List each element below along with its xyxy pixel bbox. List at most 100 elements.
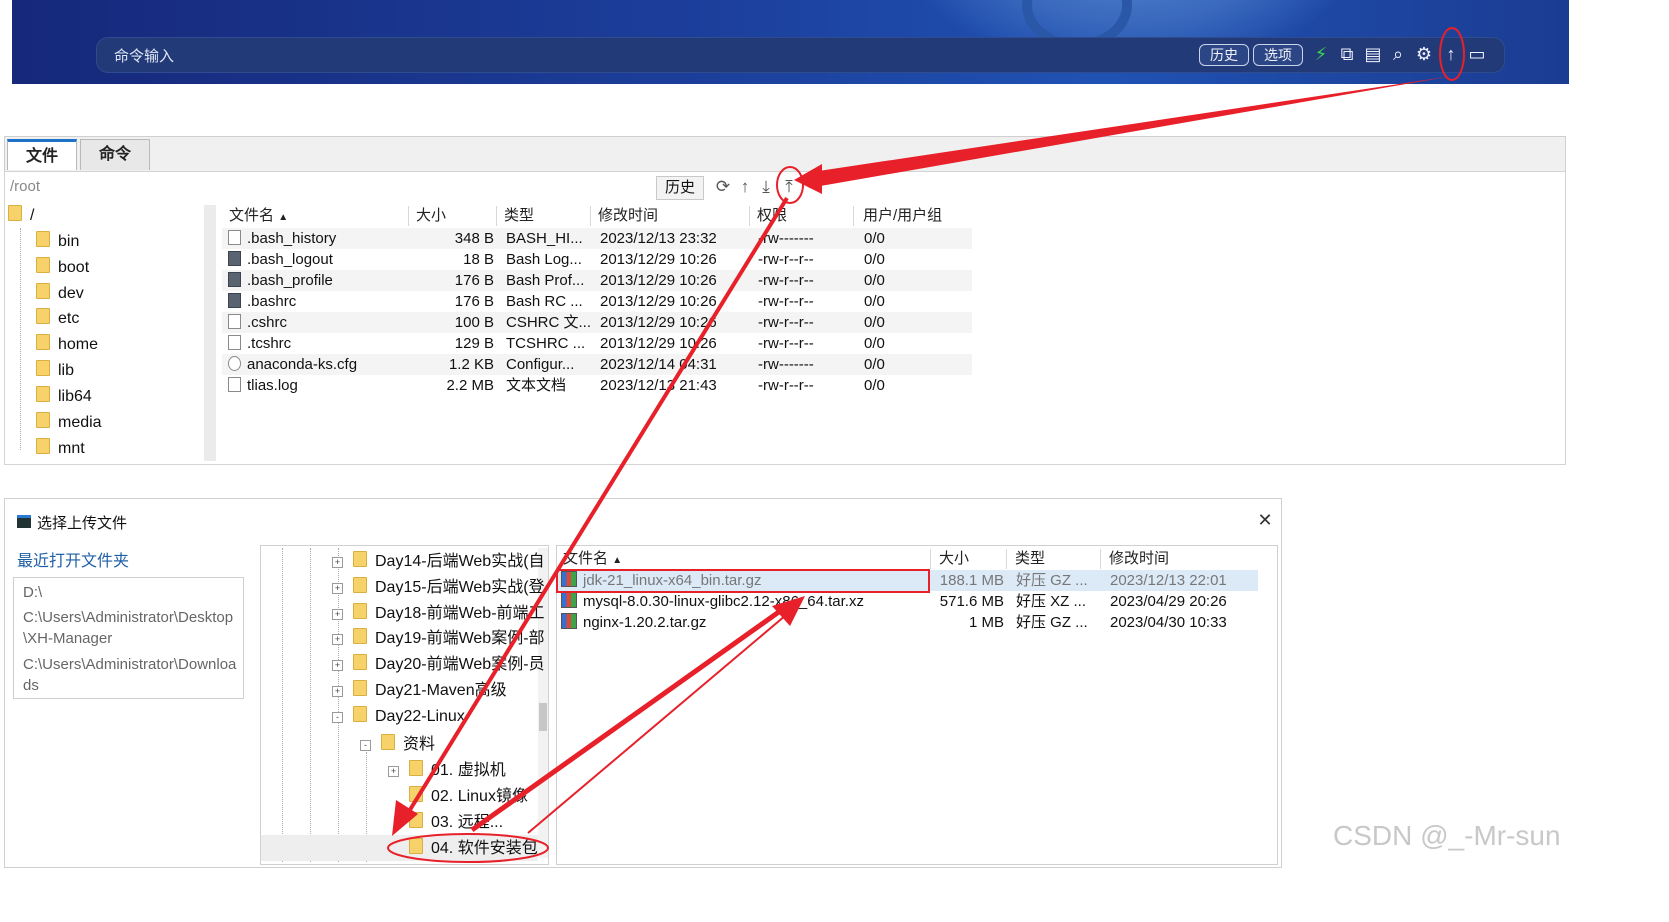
tree-item-lib[interactable]: lib [36, 359, 74, 383]
recent-folder-item[interactable]: C:\Users\Administrator\Desktop\XH-Manage… [23, 607, 237, 649]
tree-item-day14[interactable]: + Day14-后端Web实战(自 [332, 550, 545, 574]
local-file-row[interactable]: mysql-8.0.30-linux-glibc2.12-x86_64.tar.… [558, 591, 1258, 612]
column-header-modified[interactable]: 修改时间 [1109, 548, 1169, 570]
expand-toggle-icon[interactable]: + [388, 766, 399, 777]
tree-item-home[interactable]: home [36, 333, 98, 357]
lightning-icon[interactable]: ⚡ [1311, 44, 1331, 64]
upload-icon[interactable]: ⤒ [779, 176, 799, 198]
file-type: 文本文档 [506, 377, 567, 394]
tree-scrollbar-thumb[interactable] [539, 703, 547, 731]
file-row[interactable]: .bashrc 176 B Bash RC ... 2013/12/29 10:… [222, 291, 972, 312]
expand-toggle-icon[interactable]: + [332, 686, 343, 697]
file-row[interactable]: anaconda-ks.cfg 1.2 KB Configur... 2023/… [222, 354, 972, 375]
tree-item-dev[interactable]: dev [36, 282, 84, 306]
file-owner: 0/0 [864, 356, 885, 373]
copy-icon[interactable]: ⧉ [1337, 44, 1357, 64]
download-icon[interactable]: ⤓ [756, 176, 776, 198]
column-divider[interactable] [590, 206, 591, 226]
collapse-toggle-icon[interactable]: - [360, 740, 371, 751]
tree-item-day22[interactable]: - Day22-Linux [332, 705, 465, 729]
tree-item-label: mnt [58, 440, 85, 457]
refresh-icon[interactable]: ⟳ [713, 176, 733, 198]
tree-item-day21[interactable]: + Day21-Maven高级 [332, 679, 507, 703]
column-divider[interactable] [853, 206, 854, 226]
file-row[interactable]: .tcshrc 129 B TCSHRC ... 2013/12/29 10:2… [222, 333, 972, 354]
file-row[interactable]: .bash_logout 18 B Bash Log... 2013/12/29… [222, 249, 972, 270]
tree-item-day18[interactable]: + Day18-前端Web-前端工 [332, 602, 545, 626]
local-file-row[interactable]: jdk-21_linux-x64_bin.tar.gz 188.1 MB 好压 … [558, 570, 1258, 591]
column-header-name[interactable]: 文件名 ▲ [229, 205, 288, 227]
folder-icon [36, 360, 50, 376]
options-button[interactable]: 选项 [1253, 44, 1303, 66]
local-file-row[interactable]: nginx-1.20.2.tar.gz 1 MB 好压 GZ ... 2023/… [558, 612, 1258, 633]
folder-icon [353, 706, 367, 722]
tree-item-boot[interactable]: boot [36, 256, 89, 280]
collapse-toggle-icon[interactable]: - [332, 712, 343, 723]
file-row[interactable]: .bash_profile 176 B Bash Prof... 2013/12… [222, 270, 972, 291]
tree-item-day19[interactable]: + Day19-前端Web案例-部 [332, 627, 545, 651]
file-name: jdk-21_linux-x64_bin.tar.gz [561, 570, 761, 591]
tree-item-linux-image[interactable]: 02. Linux镜像 [409, 785, 528, 809]
expand-toggle-icon[interactable]: + [332, 557, 343, 568]
column-divider[interactable] [496, 206, 497, 226]
archive-icon [561, 613, 577, 629]
gear-icon[interactable]: ⚙ [1414, 44, 1434, 64]
column-divider[interactable] [749, 206, 750, 226]
parent-dir-icon[interactable]: ↑ [735, 176, 755, 198]
column-header-owner[interactable]: 用户/用户组 [863, 205, 942, 227]
tree-item-media[interactable]: media [36, 411, 102, 435]
recent-folder-item[interactable]: C:\Users\Administrator\Downloads [23, 654, 237, 696]
tree-item-lib64[interactable]: lib64 [36, 385, 92, 409]
column-divider[interactable] [1100, 549, 1101, 569]
tree-item-vm[interactable]: +01. 虚拟机 [388, 759, 506, 783]
history-button[interactable]: 历史 [1199, 44, 1249, 66]
column-divider[interactable] [1006, 549, 1007, 569]
tab-file[interactable]: 文件 [7, 139, 77, 170]
tree-item-bin[interactable]: bin [36, 230, 79, 254]
tree-item-root[interactable]: / [8, 204, 34, 228]
tree-item-remote[interactable]: 03. 远程... [409, 811, 503, 835]
column-header-size[interactable]: 大小 [416, 205, 446, 227]
file-size: 571.6 MB [939, 593, 1004, 610]
upload-arrow-icon[interactable]: ↑ [1441, 44, 1461, 64]
tab-command[interactable]: 命令 [80, 139, 150, 170]
column-header-modified[interactable]: 修改时间 [598, 205, 658, 227]
tree-item-etc[interactable]: etc [36, 307, 79, 331]
tree-splitter[interactable] [204, 205, 216, 461]
column-divider[interactable] [408, 206, 409, 226]
tree-item-software-packages[interactable]: 04. 软件安装包 [409, 837, 538, 861]
file-permission: -rw------- [758, 230, 814, 247]
paste-icon[interactable]: ▤ [1363, 44, 1383, 64]
search-icon[interactable]: ⌕ [1388, 44, 1408, 64]
tree-item-materials[interactable]: - 资料 [360, 733, 435, 757]
column-header-type[interactable]: 类型 [504, 205, 534, 227]
file-owner: 0/0 [864, 272, 885, 289]
file-permission: -rw------- [758, 356, 814, 373]
tree-item-label: Day14-后端Web实战(自 [375, 553, 545, 570]
column-header-label: 文件名 [563, 550, 609, 567]
file-row[interactable]: tlias.log 2.2 MB 文本文档 2023/12/13 21:43 -… [222, 375, 972, 396]
current-path[interactable]: /root [10, 178, 40, 195]
window-icon[interactable]: ▭ [1467, 44, 1487, 64]
expand-toggle-icon[interactable]: + [332, 660, 343, 671]
column-header-size[interactable]: 大小 [939, 548, 969, 570]
file-icon [228, 230, 241, 245]
column-header-permission[interactable]: 权限 [757, 205, 787, 227]
tree-item-mnt[interactable]: mnt [36, 437, 85, 461]
file-row[interactable]: .bash_history 348 B BASH_HI... 2023/12/1… [222, 228, 972, 249]
expand-toggle-icon[interactable]: + [332, 634, 343, 645]
tree-item-day20[interactable]: + Day20-前端Web案例-员 [332, 653, 545, 677]
column-header-name[interactable]: 文件名 ▲ [563, 548, 622, 570]
column-divider[interactable] [930, 549, 931, 569]
close-icon[interactable]: ✕ [1255, 510, 1275, 531]
file-owner: 0/0 [864, 335, 885, 352]
expand-toggle-icon[interactable]: + [332, 583, 343, 594]
file-row[interactable]: .cshrc 100 B CSHRC 文... 2013/12/29 10:26… [222, 312, 972, 333]
tree-guide-line [20, 228, 21, 450]
command-input-placeholder: 命令输入 [114, 48, 175, 65]
path-history-button[interactable]: 历史 [656, 176, 704, 200]
tree-item-day15[interactable]: + Day15-后端Web实战(登 [332, 576, 545, 600]
expand-toggle-icon[interactable]: + [332, 609, 343, 620]
recent-folder-item[interactable]: D:\ [23, 582, 237, 603]
column-header-type[interactable]: 类型 [1015, 548, 1045, 570]
